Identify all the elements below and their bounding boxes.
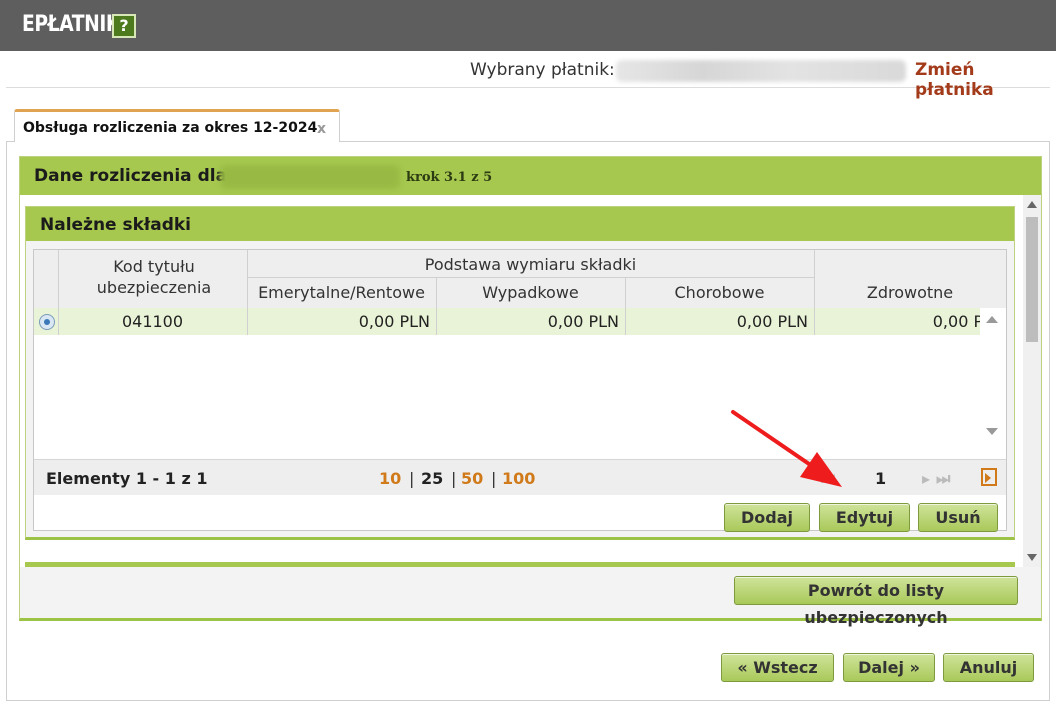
- scroll-down-icon[interactable]: [1027, 554, 1037, 561]
- row-radio[interactable]: [39, 314, 55, 330]
- column-group-header: Podstawa wymiaru składki: [424, 255, 637, 274]
- last-page-icon[interactable]: ⏭: [936, 469, 950, 489]
- contributions-grid: Kod tytułu ubezpieczenia Podstawa wymiar…: [33, 249, 1007, 532]
- cell-accident: 0,00 PLN: [547, 312, 619, 331]
- scroll-up-icon[interactable]: [1027, 201, 1037, 208]
- help-icon[interactable]: ?: [112, 14, 136, 38]
- contributions-panel-header: Należne składki: [26, 207, 1014, 241]
- payer-row: Wybrany płatnik: Zmień płatnika: [6, 52, 1050, 100]
- cell-sickness: 0,00 PLN: [736, 312, 808, 331]
- wizard-back-button[interactable]: « Wstecz: [721, 653, 834, 682]
- column-header-code[interactable]: Kod tytułu ubezpieczenia: [74, 256, 234, 298]
- cell-health-text: 0,00 PLN: [932, 312, 980, 331]
- tab-label: Obsługa rozliczenia za okres 12-2024: [23, 120, 318, 136]
- page-size-25[interactable]: 25: [421, 469, 443, 488]
- app-title: EPŁATNIK: [22, 12, 120, 37]
- scroll-down-icon[interactable]: [986, 428, 998, 435]
- insured-name-redacted: [220, 165, 400, 189]
- pager-info: Elementy 1 - 1 z 1: [46, 469, 208, 488]
- settlement-panel-header: Dane rozliczenia dla krok 3.1 z 5: [20, 157, 1041, 195]
- cell-pension: 0,00 PLN: [358, 312, 430, 331]
- edit-button[interactable]: Edytuj: [819, 503, 910, 532]
- divider: [247, 277, 814, 278]
- add-button[interactable]: Dodaj: [724, 503, 810, 532]
- close-icon[interactable]: x: [317, 121, 326, 137]
- pager: Elementy 1 - 1 z 1 10 | 25 | 50 | 100 ⏮ …: [34, 459, 1006, 495]
- page-size-10[interactable]: 10: [379, 469, 401, 488]
- column-header-pension[interactable]: Emerytalne/Rentowe: [247, 283, 436, 302]
- export-icon[interactable]: [981, 468, 997, 486]
- panel-scroll-area: Należne składki Kod tytułu ubezpieczenia…: [20, 195, 1041, 567]
- settlement-panel-title: Dane rozliczenia dla: [34, 166, 228, 186]
- column-header-health[interactable]: Zdrowotne: [814, 283, 1006, 302]
- settlement-data-panel: Dane rozliczenia dla krok 3.1 z 5 Należn…: [19, 156, 1042, 627]
- current-page: 1: [875, 469, 887, 488]
- cell-health: 0,00 PLN: [814, 312, 980, 331]
- contributions-panel-title: Należne składki: [40, 215, 192, 235]
- tab-settlement[interactable]: Obsługa rozliczenia za okres 12-2024 x: [14, 109, 340, 142]
- page-size-separator: |: [409, 469, 415, 488]
- page-size-separator: |: [491, 469, 497, 488]
- delete-button[interactable]: Usuń: [918, 503, 998, 532]
- column-header-sickness[interactable]: Chorobowe: [625, 283, 814, 302]
- scroll-thumb[interactable]: [1026, 217, 1038, 342]
- page-size-separator: |: [451, 469, 457, 488]
- change-payer-link[interactable]: Zmień płatnika: [915, 60, 1050, 100]
- next-panel-header: [25, 562, 1015, 567]
- column-header-accident[interactable]: Wypadkowe: [436, 283, 625, 302]
- scroll-up-icon[interactable]: [986, 316, 998, 323]
- wizard-next-button[interactable]: Dalej »: [843, 653, 935, 682]
- payer-name-redacted: [616, 60, 906, 82]
- page-size-100[interactable]: 100: [502, 469, 535, 488]
- step-indicator: krok 3.1 z 5: [406, 170, 493, 185]
- contributions-panel: Należne składki Kod tytułu ubezpieczenia…: [25, 206, 1015, 540]
- payer-label: Wybrany płatnik:: [470, 60, 615, 80]
- wizard-cancel-button[interactable]: Anuluj: [943, 653, 1034, 682]
- first-page-icon[interactable]: ⏮: [821, 469, 835, 489]
- back-to-insured-list-button[interactable]: Powrót do listy ubezpieczonych: [734, 576, 1018, 627]
- grid-scrollbar[interactable]: [980, 308, 1006, 443]
- top-bar: EPŁATNIK ?: [0, 0, 1056, 51]
- page-size-50[interactable]: 50: [461, 469, 483, 488]
- next-page-icon[interactable]: ▸: [922, 469, 930, 488]
- cell-code: 041100: [121, 312, 184, 331]
- table-row[interactable]: 041100 0,00 PLN 0,00 PLN 0,00 PLN 0,00 P…: [34, 308, 980, 335]
- panel-scrollbar[interactable]: [1023, 195, 1041, 567]
